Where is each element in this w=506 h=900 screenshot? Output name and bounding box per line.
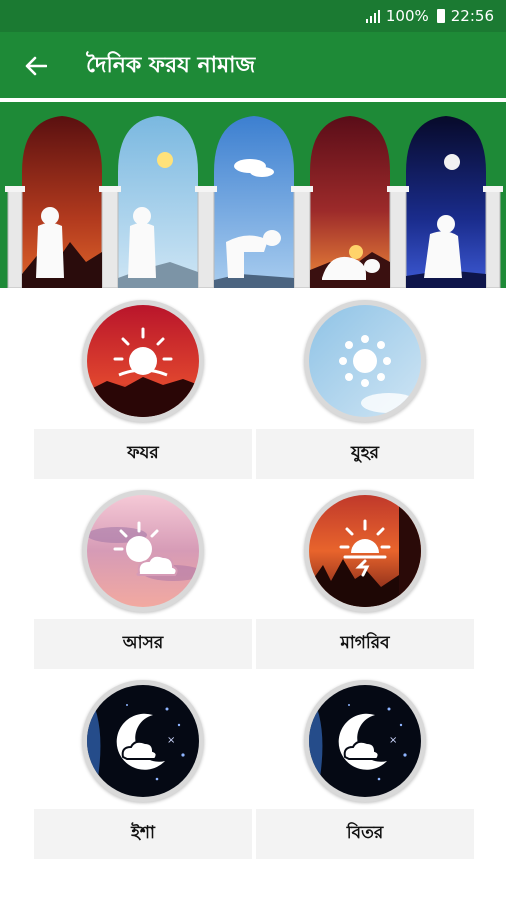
moon-cloud-icon: ×: [87, 685, 199, 797]
maghrib-button[interactable]: মাগরিব: [256, 619, 474, 669]
page-title: দৈনিক ফরয নামাজ: [86, 52, 256, 78]
isha-button[interactable]: ইশা: [34, 809, 252, 859]
dhuhr-button[interactable]: যুহর: [256, 429, 474, 479]
prayer-card-fajr[interactable]: ফযর: [34, 300, 252, 479]
asr-button[interactable]: আসর: [34, 619, 252, 669]
battery-percent: 100%: [385, 7, 429, 25]
status-bar: 100% 22:56: [0, 0, 506, 32]
battery-icon: [436, 9, 445, 23]
fajr-button[interactable]: ফযর: [34, 429, 252, 479]
prayer-banner-image: [0, 102, 506, 288]
signal-icon: [365, 9, 380, 23]
app-bar: দৈনিক ফরয নামাজ: [0, 32, 506, 100]
sunrise-icon: [87, 305, 199, 417]
svg-text:×: ×: [167, 735, 175, 746]
sun-cloud-icon: [87, 495, 203, 607]
prayer-card-dhuhr[interactable]: যুহর: [256, 300, 474, 479]
sun-icon: [309, 305, 421, 417]
arrow-left-icon: [25, 56, 47, 76]
asr-icon-frame: [82, 490, 204, 612]
dhuhr-icon-frame: [304, 300, 426, 422]
witr-icon-frame: ×: [304, 680, 426, 802]
svg-text:×: ×: [389, 735, 397, 746]
prayer-card-asr[interactable]: আসর: [34, 490, 252, 669]
prayer-card-isha[interactable]: × ইশা: [34, 680, 252, 859]
maghrib-icon-frame: [304, 490, 426, 612]
isha-icon-frame: ×: [82, 680, 204, 802]
back-button[interactable]: [16, 46, 56, 86]
prayer-card-witr[interactable]: × বিতর: [256, 680, 474, 859]
sunset-icon: [309, 495, 421, 607]
prayer-card-maghrib[interactable]: মাগরিব: [256, 490, 474, 669]
fajr-icon-frame: [82, 300, 204, 422]
prayer-grid: ফযর যুহর আসর মাগরিব × ইশা × বিতর: [0, 288, 506, 900]
moon-cloud-icon: ×: [309, 685, 421, 797]
clock: 22:56: [450, 7, 494, 25]
witr-button[interactable]: বিতর: [256, 809, 474, 859]
